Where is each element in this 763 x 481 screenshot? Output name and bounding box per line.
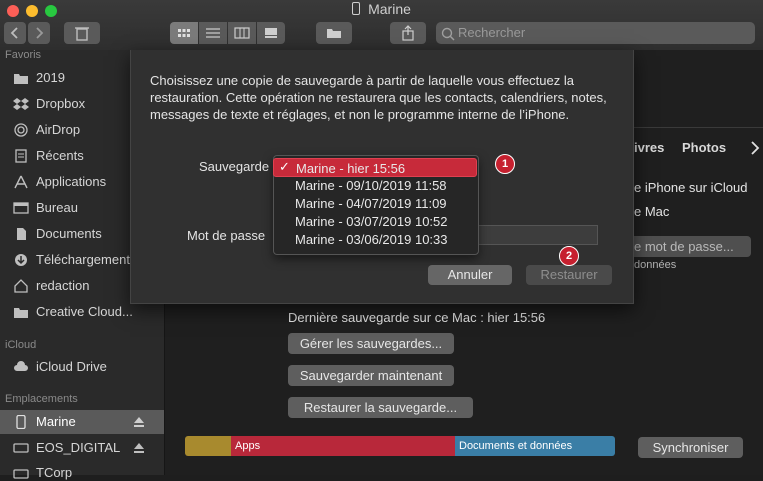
share-icon	[402, 25, 414, 41]
columns-icon	[234, 27, 250, 39]
chevron-left-icon	[10, 27, 18, 39]
cloud-icon	[13, 360, 29, 374]
backup-option-mac-text: e Mac	[634, 204, 670, 219]
sidebar-item-redaction[interactable]: redaction	[36, 278, 89, 293]
list-icon	[206, 28, 220, 38]
forward-button[interactable]	[28, 22, 50, 44]
trash-icon	[75, 27, 89, 41]
disk-icon	[13, 467, 29, 481]
backup-option[interactable]: Marine - 04/07/2019 11:09	[273, 194, 477, 213]
sidebar-item-creative-cloud[interactable]: Creative Cloud...	[36, 304, 133, 319]
storage-docs-segment: Documents et données	[455, 436, 615, 456]
recents-icon	[13, 149, 29, 163]
last-backup-text: Dernière sauvegarde sur ce Mac : hier 15…	[288, 310, 546, 325]
window-title: Marine	[0, 1, 763, 17]
password-label: Mot de passe	[187, 228, 266, 243]
gallery-icon	[265, 28, 277, 38]
sidebar-item-airdrop[interactable]: AirDrop	[36, 122, 80, 137]
storage-apps-segment: Apps	[231, 436, 455, 456]
grid-icon	[178, 29, 190, 37]
change-password-button[interactable]: e mot de passe...	[630, 236, 751, 257]
desktop-icon	[13, 201, 29, 215]
step-1-badge: 1	[495, 154, 515, 174]
backup-option[interactable]: Marine - 09/10/2019 11:58	[273, 176, 477, 195]
sidebar-item-desktop[interactable]: Bureau	[36, 200, 78, 215]
sidebar-item-2019[interactable]: 2019	[36, 70, 65, 85]
sidebar-item-eos-digital[interactable]: EOS_DIGITAL	[36, 440, 120, 455]
airdrop-icon	[13, 123, 29, 137]
backup-option[interactable]: Marine - 03/07/2019 10:52	[273, 212, 477, 231]
backup-option-selected[interactable]: Marine - hier 15:56	[273, 158, 477, 177]
back-button[interactable]	[4, 22, 26, 44]
view-list-button[interactable]	[199, 22, 227, 44]
tab-photos[interactable]: Photos	[682, 140, 726, 155]
iphone-icon	[13, 415, 29, 429]
disk-icon	[13, 441, 29, 455]
step-2-badge: 2	[559, 246, 579, 266]
restore-message: Choisissez une copie de sauvegarde à par…	[150, 73, 607, 122]
backup-label: Sauvegarde	[199, 159, 270, 174]
password-field[interactable]	[476, 225, 598, 245]
storage-bar: Apps Documents et données	[185, 436, 615, 456]
new-folder-button[interactable]	[316, 22, 352, 44]
folder-icon	[13, 71, 29, 85]
folder-icon	[327, 29, 341, 38]
favorites-header: Favoris	[5, 49, 42, 61]
data-note: données	[634, 259, 677, 271]
sync-button[interactable]: Synchroniser	[638, 437, 743, 458]
share-button[interactable]	[390, 22, 426, 44]
sidebar-item-marine[interactable]: Marine	[36, 414, 76, 429]
sidebar-item-icloud-drive[interactable]: iCloud Drive	[36, 359, 107, 374]
backup-now-button[interactable]: Sauvegarder maintenant	[288, 365, 454, 386]
sidebar-item-dropbox[interactable]: Dropbox	[36, 96, 85, 111]
search-placeholder: Rechercher	[458, 25, 526, 40]
trash-button[interactable]	[64, 22, 100, 44]
applications-icon	[13, 175, 29, 189]
view-icons-button[interactable]	[170, 22, 198, 44]
eject-icon[interactable]	[133, 442, 145, 454]
restore-button[interactable]: Restaurer	[526, 265, 612, 285]
eject-icon[interactable]	[133, 416, 145, 428]
view-gallery-button[interactable]	[257, 22, 285, 44]
downloads-icon	[13, 253, 29, 267]
tab-books[interactable]: ivres	[634, 140, 664, 155]
dropbox-icon	[13, 97, 29, 111]
documents-icon	[13, 227, 29, 241]
sidebar-item-documents[interactable]: Documents	[36, 226, 102, 241]
checkmark-icon: ✓	[279, 159, 290, 174]
backup-option[interactable]: Marine - 03/06/2019 10:33	[273, 230, 477, 249]
search-icon	[441, 27, 455, 41]
home-icon	[13, 279, 29, 293]
restore-backup-button[interactable]: Restaurer la sauvegarde...	[288, 397, 473, 418]
cancel-button[interactable]: Annuler	[428, 265, 512, 285]
folder-icon	[13, 305, 29, 319]
chevron-right-icon[interactable]	[750, 141, 760, 155]
sidebar-item-recents[interactable]: Récents	[36, 148, 84, 163]
view-columns-button[interactable]	[228, 22, 256, 44]
manage-backups-button[interactable]: Gérer les sauvegardes...	[288, 333, 454, 354]
storage-other-segment	[185, 436, 231, 456]
chevron-right-icon	[36, 27, 44, 39]
locations-header: Emplacements	[5, 393, 78, 405]
iphone-icon	[352, 2, 361, 15]
sidebar-item-tcorp[interactable]: TCorp	[36, 465, 72, 480]
sidebar-item-applications[interactable]: Applications	[36, 174, 106, 189]
backup-option-icloud-text: e iPhone sur iCloud	[634, 180, 748, 195]
icloud-header: iCloud	[5, 339, 37, 351]
